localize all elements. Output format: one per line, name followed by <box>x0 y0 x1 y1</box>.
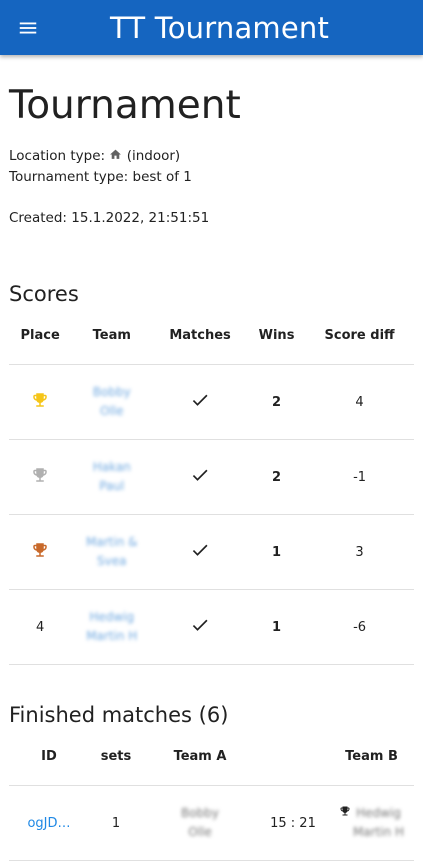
hamburger-icon <box>19 22 37 33</box>
team-name-line: Martin H <box>352 825 405 839</box>
finished-matches-heading: Finished matches (6) <box>9 703 229 727</box>
team-cell[interactable]: Hakan Paul <box>71 439 153 515</box>
place-cell <box>9 514 72 590</box>
place-cell <box>9 364 72 440</box>
winner-trophy-icon <box>339 805 351 821</box>
matches-cell <box>152 589 248 665</box>
check-icon <box>190 544 210 564</box>
matches-cell <box>152 439 248 515</box>
wins-cell: 1 <box>248 589 306 665</box>
match-id-cell[interactable]: ogJD… <box>9 785 89 861</box>
team-cell[interactable]: Bobby Olle <box>71 364 153 440</box>
trophy-icon <box>31 541 49 563</box>
check-icon <box>190 394 210 414</box>
page-title: Tournament <box>9 83 241 128</box>
table-row: ogJD… 1 Bobby Olle 15 : 21 Hedwig Martin H <box>9 785 414 861</box>
col-sets: sets <box>89 727 143 786</box>
scores-table: Place Team Matches Wins Score diff Bobby… <box>9 306 414 665</box>
location-label: Location type: <box>9 148 106 164</box>
team-name-line: Martin H <box>86 629 138 643</box>
wins-cell: 1 <box>248 514 306 590</box>
score-diff-cell: 4 <box>305 364 414 440</box>
check-icon <box>190 619 210 639</box>
table-row: Hakan Paul 2 -1 <box>9 439 414 515</box>
sets-cell: 1 <box>89 785 143 861</box>
matches-cell <box>152 364 248 440</box>
team-name-line: Olle <box>188 825 212 839</box>
table-row: Bobby Olle 2 4 <box>9 364 414 440</box>
col-id: ID <box>9 727 89 786</box>
place-value: 4 <box>36 619 45 635</box>
table-row: Martin & Svea 1 3 <box>9 514 414 590</box>
trophy-icon <box>31 391 49 413</box>
score-diff-cell: -1 <box>305 439 414 515</box>
tournament-type: Tournament type: best of 1 <box>9 169 192 185</box>
team-name-line: Hakan <box>92 460 131 474</box>
app-bar: TT Tournament <box>0 0 423 55</box>
team-name-line: Olle <box>100 404 124 418</box>
match-id-link[interactable]: ogJD… <box>27 816 70 831</box>
location-value: (indoor) <box>126 148 181 164</box>
created-date: Created: 15.1.2022, 21:51:51 <box>9 210 210 226</box>
team-name-line: Paul <box>99 479 125 493</box>
trophy-icon <box>31 466 49 488</box>
matches-cell <box>152 514 248 590</box>
score-diff-cell: 3 <box>305 514 414 590</box>
team-b-cell: Hedwig Martin H <box>329 785 414 861</box>
col-place: Place <box>9 306 72 365</box>
wins-cell: 2 <box>248 439 306 515</box>
score-cell: 15 : 21 <box>257 785 329 861</box>
menu-button[interactable] <box>8 8 48 48</box>
team-name-line: Bobby <box>92 385 131 399</box>
team-cell[interactable]: Martin & Svea <box>71 514 153 590</box>
place-cell: 4 <box>9 589 72 665</box>
col-wins: Wins <box>248 306 306 365</box>
col-team-a: Team A <box>143 727 257 786</box>
col-team-b: Team B <box>329 727 414 786</box>
tournament-meta: Location type: (indoor) Tournament type:… <box>9 146 414 188</box>
home-icon <box>110 149 122 159</box>
team-a-cell: Bobby Olle <box>143 785 257 861</box>
score-diff-cell: -6 <box>305 589 414 665</box>
table-row: 4 Hedwig Martin H 1 -6 <box>9 589 414 665</box>
location-row: Location type: (indoor) <box>9 146 414 167</box>
main-content: Tournament Location type: (indoor) Tourn… <box>0 83 423 861</box>
team-name-line: Bobby <box>181 806 219 820</box>
place-cell <box>9 439 72 515</box>
team-name-line: Martin & <box>86 535 138 549</box>
finished-matches-table: ID sets Team A Team B ogJD… 1 Bobby Olle 15 … <box>9 727 414 861</box>
team-cell[interactable]: Hedwig Martin H <box>71 589 153 665</box>
app-title: TT Tournament <box>110 10 330 45</box>
col-matches: Matches <box>152 306 248 365</box>
team-name-line: Svea <box>97 554 127 568</box>
check-icon <box>190 469 210 489</box>
team-name-line: Hedwig <box>89 610 135 624</box>
team-name-line: Hedwig <box>356 806 401 820</box>
wins-cell: 2 <box>248 364 306 440</box>
col-team: Team <box>71 306 153 365</box>
scores-heading: Scores <box>9 282 79 306</box>
col-score <box>257 727 329 786</box>
col-score-diff: Score diff <box>305 306 414 365</box>
